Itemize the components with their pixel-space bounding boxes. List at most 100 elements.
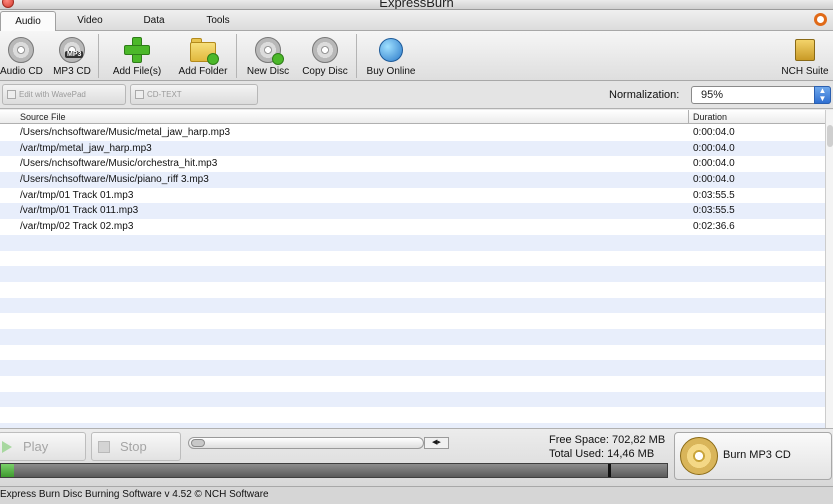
tab-video[interactable]: Video xyxy=(60,11,120,31)
source-file-cell: /Users/nchsoftware/Music/piano_riff 3.mp… xyxy=(20,174,209,186)
status-bar: Express Burn Disc Burning Software v 4.5… xyxy=(0,486,833,504)
folder-icon xyxy=(189,36,219,65)
nch-suite-icon xyxy=(791,36,819,64)
copy-disc-icon xyxy=(311,36,339,64)
empty-row xyxy=(0,407,833,423)
burn-label: Burn MP3 CD xyxy=(723,449,791,461)
audio-cd-label: Audio CD xyxy=(0,66,43,77)
duration-cell: 0:00:04.0 xyxy=(693,174,735,186)
mp3-cd-icon: MP3 xyxy=(58,36,86,64)
burn-disc-icon xyxy=(680,437,718,475)
burn-button[interactable]: Burn MP3 CD xyxy=(674,432,832,480)
add-folder-label: Add Folder xyxy=(178,66,228,77)
window-title: ExpressBurn xyxy=(379,0,454,10)
source-file-cell: /var/tmp/01 Track 01.mp3 xyxy=(20,189,134,201)
table-row[interactable]: /var/tmp/01 Track 01.mp3 0:03:55.5 xyxy=(0,188,833,204)
source-file-cell: /var/tmp/02 Track 02.mp3 xyxy=(20,221,134,233)
edit-with-wavepad-label: Edit with WavePad xyxy=(19,90,86,99)
stop-button[interactable]: Stop xyxy=(91,432,181,461)
table-row[interactable]: /var/tmp/01 Track 011.mp3 0:03:55.5 xyxy=(0,203,833,220)
select-arrows-icon: ▲ ▼ xyxy=(814,86,831,104)
table-row[interactable]: /var/tmp/02 Track 02.mp3 0:02:36.6 xyxy=(0,219,833,235)
table-row[interactable]: /var/tmp/metal_jaw_harp.mp3 0:00:04.0 xyxy=(0,140,833,157)
globe-icon xyxy=(377,36,405,64)
audio-cd-icon xyxy=(7,36,35,64)
normalization-value: 95% xyxy=(701,89,724,101)
nch-suite-button[interactable]: NCH Suite xyxy=(778,31,832,81)
help-icon[interactable] xyxy=(814,13,827,26)
normalization-select[interactable]: 95% ▲ ▼ xyxy=(691,86,831,104)
player-panel: Play Stop ◀▸ Free Space: 702,82 MB Total… xyxy=(0,428,833,486)
empty-row xyxy=(0,376,833,392)
buy-online-button[interactable]: Buy Online xyxy=(364,31,418,81)
table-row[interactable]: /Users/nchsoftware/Music/piano_riff 3.mp… xyxy=(0,172,833,188)
tab-tools[interactable]: Tools xyxy=(188,11,248,31)
edit-with-wavepad-button[interactable]: Edit with WavePad xyxy=(2,84,126,105)
source-file-cell: /var/tmp/metal_jaw_harp.mp3 xyxy=(20,142,152,154)
new-disc-icon xyxy=(254,36,284,65)
tab-audio[interactable]: Audio xyxy=(0,11,56,32)
free-space-value: 702,82 MB xyxy=(611,434,666,446)
mp3-cd-label: MP3 CD xyxy=(53,66,91,77)
cd-text-label: CD-TEXT xyxy=(147,90,182,99)
add-files-button[interactable]: Add File(s) xyxy=(108,31,166,81)
tab-bar: Audio Video Data Tools xyxy=(0,10,833,32)
cd-text-button[interactable]: CD-TEXT xyxy=(130,84,258,105)
table-body: /Users/nchsoftware/Music/metal_jaw_harp.… xyxy=(0,125,833,428)
new-disc-button[interactable]: New Disc xyxy=(244,31,292,81)
playback-slider[interactable] xyxy=(188,437,424,449)
wavepad-icon xyxy=(7,90,16,99)
disc-usage-fill xyxy=(1,464,14,477)
buy-online-label: Buy Online xyxy=(366,66,416,77)
add-folder-button[interactable]: Add Folder xyxy=(174,31,232,81)
normalization-label: Normalization: xyxy=(609,89,680,101)
empty-row xyxy=(0,328,833,345)
total-used-value: 14,46 MB xyxy=(607,448,655,460)
column-source-file[interactable]: Source File xyxy=(16,110,66,124)
options-bar: Edit with WavePad CD-TEXT Normalization:… xyxy=(0,81,833,109)
source-file-cell: /var/tmp/01 Track 011.mp3 xyxy=(20,205,139,217)
duration-cell: 0:00:04.0 xyxy=(693,127,735,138)
empty-row xyxy=(0,266,833,282)
duration-cell: 0:00:04.0 xyxy=(693,158,735,170)
duration-cell: 0:02:36.6 xyxy=(693,221,735,233)
play-icon xyxy=(2,441,12,453)
slider-knob[interactable] xyxy=(191,439,205,447)
cd-text-icon xyxy=(135,90,144,99)
table-row[interactable]: /Users/nchsoftware/Music/orchestra_hit.m… xyxy=(0,156,833,172)
table-row[interactable]: /Users/nchsoftware/Music/metal_jaw_harp.… xyxy=(0,125,833,141)
source-file-cell: /Users/nchsoftware/Music/metal_jaw_harp.… xyxy=(20,127,231,138)
empty-row xyxy=(0,360,833,376)
column-duration[interactable]: Duration xyxy=(688,110,828,124)
tab-data[interactable]: Data xyxy=(124,11,184,31)
empty-row xyxy=(0,345,833,361)
stop-icon xyxy=(98,441,110,453)
duration-cell: 0:03:55.5 xyxy=(693,189,735,201)
audio-cd-button[interactable]: Audio CD xyxy=(0,31,43,81)
total-used-label: Total Used: xyxy=(549,448,605,460)
toolbar: Audio CD MP3 MP3 CD Add File(s) Add Fold… xyxy=(0,31,833,81)
copy-disc-button[interactable]: Copy Disc xyxy=(300,31,350,81)
mp3-badge: MP3 xyxy=(65,51,84,58)
empty-row xyxy=(0,391,833,408)
free-space-label: Free Space: xyxy=(549,434,609,446)
empty-row xyxy=(0,297,833,314)
empty-row xyxy=(0,313,833,329)
empty-row xyxy=(0,251,833,267)
mp3-cd-button[interactable]: MP3 MP3 CD xyxy=(50,31,94,81)
duration-cell: 0:03:55.5 xyxy=(693,205,735,217)
scrollbar-thumb[interactable] xyxy=(827,125,833,147)
disc-space-info: Free Space: 702,82 MB Total Used: 14,46 … xyxy=(549,433,665,461)
table-scrollbar[interactable] xyxy=(825,110,833,428)
play-label: Play xyxy=(23,439,49,454)
stop-label: Stop xyxy=(120,439,147,454)
title-bar: ExpressBurn xyxy=(0,0,833,10)
add-plus-icon xyxy=(123,36,151,64)
copy-disc-label: Copy Disc xyxy=(302,66,348,77)
nch-suite-label: NCH Suite xyxy=(781,66,829,77)
empty-row xyxy=(0,234,833,251)
slider-step-arrows[interactable]: ◀▸ xyxy=(424,437,449,449)
play-button[interactable]: Play xyxy=(0,432,86,461)
source-file-cell: /Users/nchsoftware/Music/orchestra_hit.m… xyxy=(20,158,218,170)
disc-capacity-marker xyxy=(608,464,611,477)
